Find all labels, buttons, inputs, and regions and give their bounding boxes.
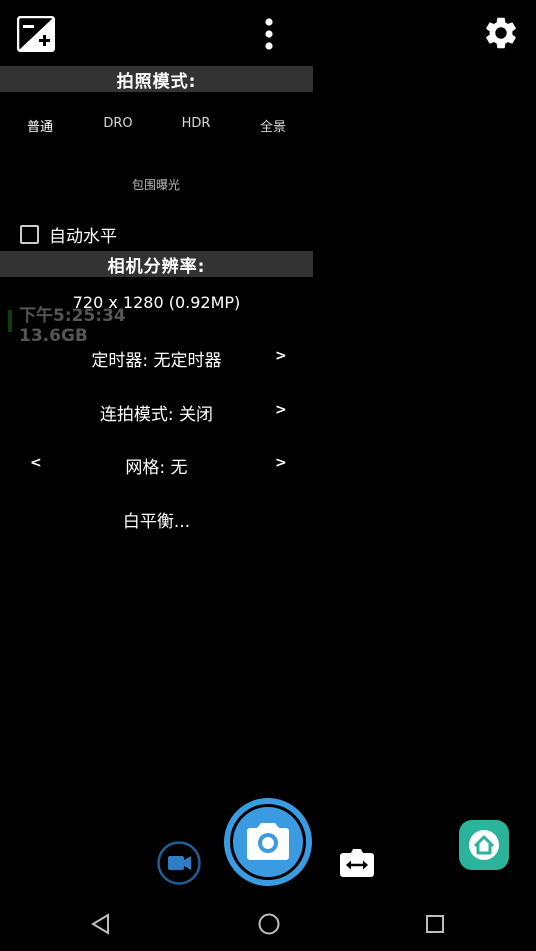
camera-icon — [224, 798, 312, 886]
switch-camera-button[interactable] — [339, 845, 375, 879]
bracket-exposure-option[interactable]: 包围曝光 — [132, 176, 180, 193]
auto-level-label: 自动水平 — [49, 227, 117, 247]
auto-level-toggle[interactable]: 自动水平 — [20, 222, 117, 247]
resolution-row[interactable]: 720 x 1280 (0.92MP) — [0, 289, 313, 319]
mode-option-normal[interactable]: 普通 — [27, 116, 53, 135]
auto-level-checkbox[interactable] — [20, 225, 39, 244]
grid-label: 网格: 无 — [125, 458, 188, 478]
exposure-plus-minus-icon — [17, 16, 55, 52]
shutter-button[interactable] — [223, 797, 313, 887]
nav-recents-button[interactable] — [422, 911, 448, 937]
grid-next-arrow[interactable]: > — [275, 455, 287, 471]
nav-home-icon — [258, 913, 280, 935]
resolution-header: 相机分辨率: — [0, 251, 313, 277]
photo-mode-options: 普通 DRO HDR 全景 — [0, 92, 313, 162]
white-balance-row[interactable]: 白平衡... — [0, 503, 313, 533]
gear-icon — [486, 17, 516, 49]
switch-camera-icon — [340, 849, 374, 877]
mode-option-panorama[interactable]: 全景 — [260, 116, 286, 135]
burst-label: 连拍模式: 关闭 — [99, 405, 214, 425]
system-navigation-bar — [0, 897, 536, 951]
nav-home-button[interactable] — [256, 911, 282, 937]
more-vert-icon — [265, 18, 273, 50]
resolution-value: 720 x 1280 (0.92MP) — [72, 293, 241, 312]
home-shortcut-button[interactable] — [459, 820, 509, 870]
home-icon — [459, 820, 509, 870]
video-mode-button[interactable] — [157, 841, 201, 885]
video-camera-icon — [157, 841, 201, 885]
burst-next-arrow[interactable]: > — [275, 402, 287, 418]
grid-row[interactable]: < 网格: 无 > — [0, 449, 313, 479]
timer-row[interactable]: 定时器: 无定时器 > — [0, 342, 313, 372]
more-options-button[interactable] — [254, 15, 284, 53]
burst-row[interactable]: 连拍模式: 关闭 > — [0, 396, 313, 426]
exposure-button[interactable] — [16, 15, 56, 53]
nav-back-icon — [91, 913, 109, 935]
resolution-section: 相机分辨率: — [0, 251, 313, 277]
timer-label: 定时器: 无定时器 — [91, 351, 222, 371]
nav-recents-icon — [426, 915, 444, 933]
nav-back-button[interactable] — [88, 911, 114, 937]
photo-mode-header: 拍照模式: — [0, 66, 313, 92]
mode-option-dro[interactable]: DRO — [103, 116, 132, 131]
settings-button[interactable] — [481, 13, 521, 53]
mode-option-hdr[interactable]: HDR — [182, 116, 211, 131]
timer-next-arrow[interactable]: > — [275, 348, 287, 364]
camera-popup-menu: 拍照模式: 普通 DRO HDR 全景 — [0, 66, 313, 162]
white-balance-label: 白平衡... — [122, 512, 191, 532]
